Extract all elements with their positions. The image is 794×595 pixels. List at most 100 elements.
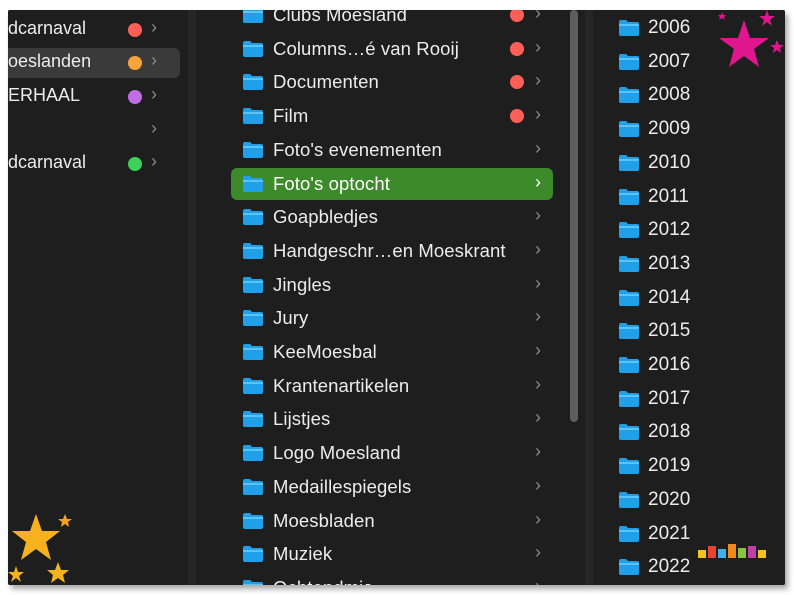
list-item[interactable]: dcarnaval › [8,149,180,179]
folder-label: Lijstjes [273,408,331,430]
folder-icon [243,546,263,563]
list-item[interactable]: › [8,116,180,146]
year-folder-row[interactable]: 2017 [593,383,785,415]
folder-label: Film [273,105,309,127]
folder-row[interactable]: Krantenartikelen › [231,370,553,402]
folder-icon [243,478,263,495]
folder-icon [619,87,639,104]
folder-row[interactable]: Documenten › [231,66,553,98]
item-label: ERHAAL [8,85,81,105]
chevron-right-icon: › [535,508,541,529]
colorful-logo-decoration [698,544,766,558]
year-folder-row[interactable]: 2014 [593,282,785,314]
year-folder-row[interactable]: 2015 [593,315,785,347]
chevron-right-icon: › [151,118,157,138]
folder-row[interactable]: Moesbladen › [231,505,553,537]
year-folder-row[interactable]: 2019 [593,450,785,482]
year-folder-row[interactable]: 2009 [593,113,785,145]
folder-label: Medaillespiegels [273,475,412,497]
sidebar-column: dcarnaval › oeslanden › ERHAAL › › dcarn… [8,10,188,585]
star-icon [8,566,24,582]
list-item-selected[interactable]: oeslanden › [8,48,180,78]
folder-label: 2013 [648,252,691,274]
folder-icon [619,559,639,576]
folder-icon [243,242,263,259]
folder-icon [619,525,639,542]
folder-row-selected[interactable]: Foto's optocht › [231,167,553,200]
folder-icon [619,53,639,70]
folder-icon [619,121,639,138]
folder-icon [243,40,263,57]
folder-icon [243,344,263,360]
folder-icon [243,141,263,158]
folder-row[interactable]: Clubs Moesland › [231,10,553,31]
year-folder-row[interactable]: 2016 [593,349,785,381]
folder-row[interactable]: Logo Moesland › [231,437,553,469]
folder-label: KeeMoesbal [273,341,377,362]
folder-icon [619,154,639,171]
folder-label: 2016 [648,354,691,375]
year-folder-row[interactable]: 2013 [593,248,785,280]
column-divider[interactable] [188,10,196,585]
folder-row[interactable]: Jury › [231,302,553,334]
folder-icon [619,357,639,373]
chevron-right-icon: › [151,50,157,70]
list-item[interactable]: dcarnaval › [8,15,180,45]
folder-icon [243,175,263,192]
list-item[interactable]: ERHAAL › [8,82,180,112]
folder-row[interactable]: Muziek › [231,538,553,570]
chevron-right-icon: › [535,272,541,293]
folder-icon [243,276,263,293]
folder-row[interactable]: Jingles › [231,269,553,301]
column-divider[interactable] [585,10,593,585]
year-folder-row[interactable]: 2010 [593,147,785,179]
year-folder-row[interactable]: 2008 [593,79,785,111]
green-tag-icon [128,157,142,171]
star-icon [719,20,769,67]
year-folder-row[interactable]: 2018 [593,416,785,448]
folder-label: Moesbladen [273,509,375,531]
folder-row[interactable]: Columns…é van Rooij › [231,33,553,65]
chevron-right-icon: › [535,407,541,428]
star-icon [770,40,784,53]
folder-label: 2019 [648,455,691,477]
star-icon [718,12,726,20]
folder-row[interactable]: Handgeschr…en Moeskrant › [231,235,553,267]
folder-row[interactable]: Ochtendmis › [231,572,553,585]
item-label: dcarnaval [8,152,87,172]
folder-label: Logo Moesland [273,442,401,464]
folder-row[interactable]: Goapbledjes › [231,201,553,233]
year-folder-row[interactable]: 2020 [593,484,785,516]
chevron-right-icon: › [535,340,541,360]
folder-icon [619,491,639,508]
star-icon [12,514,60,560]
folder-icon [243,74,263,91]
chevron-right-icon: › [535,36,541,57]
folder-icon [243,310,263,327]
chevron-right-icon: › [535,104,541,125]
folder-row[interactable]: Lijstjes › [231,403,553,435]
folder-list-column: Clubs Moesland › Columns…é van Rooij › Docum… [216,10,566,585]
folder-icon [619,20,639,36]
folder-label: 2009 [648,118,691,140]
folder-label: 2008 [648,84,691,106]
folder-icon [619,390,639,407]
year-folder-row[interactable]: 2012 [593,214,785,246]
purple-tag-icon [128,90,142,104]
folder-row[interactable]: Medaillespiegels › [231,471,553,503]
folder-label: 2021 [648,522,691,544]
scrollbar-thumb[interactable] [570,10,578,422]
year-folder-row[interactable]: 2011 [593,181,785,213]
folder-label: Goapbledjes [273,206,378,228]
folder-icon [619,458,639,475]
red-tag-icon [510,109,524,124]
folder-row[interactable]: Foto's evenementen › [231,134,553,166]
folder-row[interactable]: KeeMoesbal › [231,336,553,368]
folder-label: Jingles [273,273,332,295]
gold-stars-decoration [8,514,72,583]
folder-label: Ochtendmis [273,577,373,585]
folder-icon [619,222,639,239]
chevron-right-icon: › [535,137,541,158]
folder-row[interactable]: Film › [231,100,553,132]
scrollbar[interactable] [566,10,586,585]
